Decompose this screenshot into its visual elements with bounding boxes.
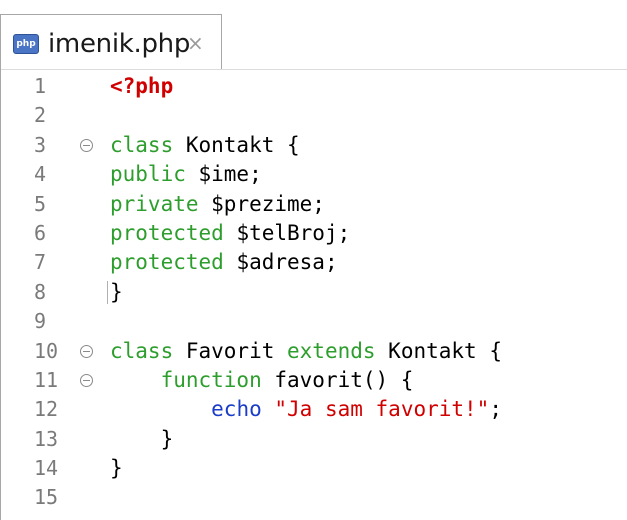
code-token-plain: }	[110, 426, 174, 451]
line-number: 8	[34, 279, 47, 304]
line-number: 10	[34, 338, 59, 363]
code-line[interactable]: 10 class Favorit extends Kontakt {	[0, 337, 627, 366]
code-line[interactable]: 3 class Kontakt {	[0, 131, 627, 160]
code-token-plain: }	[110, 279, 123, 304]
code-line[interactable]: 9	[0, 307, 627, 336]
code-token-kw: class	[110, 132, 174, 157]
code-token-kw: protected	[110, 220, 224, 245]
code-text: echo "Ja sam favorit!";	[110, 395, 502, 424]
line-number: 4	[34, 162, 47, 187]
code-token-plain: $prezime;	[198, 191, 325, 216]
fold-collapse-icon[interactable]	[80, 373, 93, 387]
code-text: class Kontakt {	[110, 131, 300, 160]
code-token-plain: Kontakt {	[375, 338, 502, 363]
code-line[interactable]: 14}	[0, 454, 627, 483]
close-icon[interactable]: ×	[187, 31, 204, 55]
code-line[interactable]: 5 private $prezime;	[0, 190, 627, 219]
line-number: 5	[34, 191, 47, 216]
code-text: }	[110, 278, 123, 307]
code-token-plain: $telBroj;	[223, 220, 351, 245]
code-text: }	[110, 425, 174, 454]
line-number: 6	[34, 220, 47, 245]
code-text: protected $telBroj;	[110, 219, 350, 248]
line-number: 12	[34, 397, 59, 422]
line-number: 7	[34, 250, 47, 275]
code-line[interactable]: 1 <?php	[0, 72, 627, 101]
code-text: protected $adresa;	[110, 248, 338, 277]
tab-imenik-php[interactable]: php imenik.php ×	[0, 14, 222, 70]
code-token-plain: Kontakt {	[173, 132, 300, 157]
code-line[interactable]: 12 echo "Ja sam favorit!";	[0, 395, 627, 424]
tab-title: imenik.php	[48, 29, 191, 59]
line-number: 2	[34, 103, 47, 128]
line-number: 9	[34, 309, 47, 334]
code-area[interactable]: 1 <?php 2 3 class Kontakt { 4 public $ime; 5 pri…	[0, 72, 627, 513]
code-token-plain: $ime;	[185, 162, 262, 187]
code-text: }	[110, 454, 123, 483]
code-token-plain: }	[110, 456, 123, 481]
code-line[interactable]: 15	[0, 483, 627, 512]
code-token-kw: extends	[287, 338, 376, 363]
code-token-plain: Favorit	[173, 338, 288, 363]
line-number: 15	[34, 485, 59, 510]
tab-bar: php imenik.php ×	[0, 0, 627, 70]
code-token-kw: private	[110, 191, 199, 216]
code-line[interactable]: 11 function favorit() {	[0, 366, 627, 395]
code-token-kw: public	[110, 162, 186, 187]
php-file-icon: php	[13, 34, 39, 54]
code-line[interactable]: 4 public $ime;	[0, 160, 627, 189]
code-token-plain: ;	[489, 397, 502, 422]
code-token-kw: class	[110, 338, 174, 363]
code-token-plain: favorit() {	[261, 367, 414, 392]
code-token-kw: function	[160, 367, 262, 392]
code-token-kw: protected	[110, 250, 224, 275]
line-number: 1	[34, 74, 47, 98]
line-number: 3	[34, 132, 47, 157]
fold-collapse-icon[interactable]	[80, 344, 93, 358]
code-token-plain: $adresa;	[223, 250, 338, 275]
fold-collapse-icon[interactable]	[80, 138, 93, 152]
code-token-echo: echo	[211, 397, 262, 422]
code-line[interactable]: 13 }	[0, 425, 627, 454]
code-text: function favorit() {	[110, 366, 414, 395]
code-line[interactable]: 2	[0, 101, 627, 130]
code-text: class Favorit extends Kontakt {	[110, 337, 502, 366]
code-editor[interactable]: php imenik.php × 1 <?php 2 3 class Kontakt {…	[0, 0, 627, 520]
code-token-tag: <?php	[110, 74, 174, 98]
code-line[interactable]: 7 protected $adresa;	[0, 248, 627, 277]
code-token-str: "Ja sam favorit!"	[274, 397, 490, 422]
line-number: 13	[34, 426, 59, 451]
line-number: 14	[34, 456, 59, 481]
code-text: private $prezime;	[110, 190, 325, 219]
code-text: <?php	[110, 72, 173, 101]
tab-separator	[0, 69, 627, 70]
code-text: public $ime;	[110, 160, 262, 189]
code-line[interactable]: 8}	[0, 278, 627, 307]
bracket-match-marker	[107, 280, 108, 304]
line-number: 11	[34, 367, 59, 392]
code-line[interactable]: 6 protected $telBroj;	[0, 219, 627, 248]
